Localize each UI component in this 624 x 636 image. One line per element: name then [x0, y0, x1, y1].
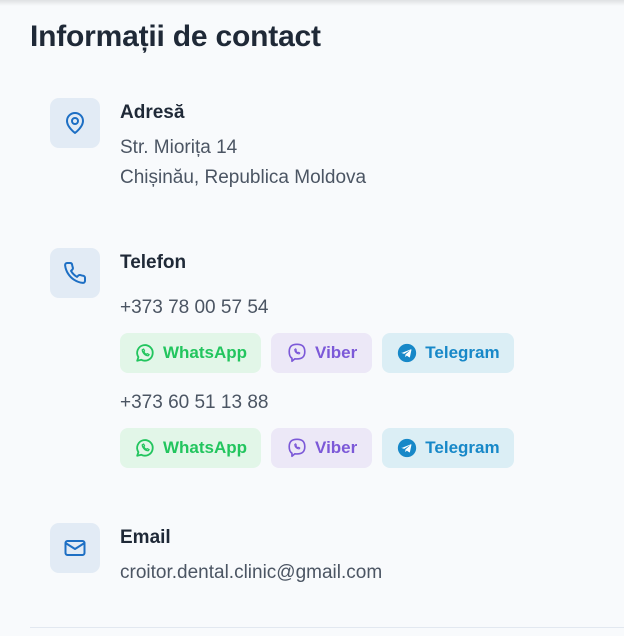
email-label: Email [120, 527, 171, 548]
email-address[interactable]: croitor.dental.clinic@gmail.com [120, 562, 382, 584]
telegram-icon [398, 438, 417, 458]
whatsapp-label: WhatsApp [163, 438, 248, 457]
address-label: Adresă [120, 102, 185, 123]
viber-icon [288, 438, 306, 458]
viber-button[interactable]: Viber [271, 333, 373, 373]
map-pin-icon [66, 112, 84, 134]
viber-button[interactable]: Viber [271, 428, 373, 468]
whatsapp-button[interactable]: WhatsApp [120, 333, 262, 373]
telegram-button[interactable]: Telegram [382, 428, 514, 468]
phone-2-messenger-chips: WhatsApp Viber Telegram [120, 428, 514, 468]
telegram-icon [398, 343, 417, 363]
whatsapp-icon [136, 344, 154, 362]
viber-label: Viber [315, 438, 358, 457]
phone-number-1[interactable]: +373 78 00 57 54 [120, 297, 268, 319]
phone-icon [64, 261, 87, 284]
mail-icon [64, 540, 86, 556]
section-divider [30, 627, 624, 628]
telegram-button[interactable]: Telegram [382, 333, 514, 373]
phone-1-messenger-chips: WhatsApp Viber Telegram [120, 333, 514, 373]
telegram-label: Telegram [425, 343, 500, 362]
whatsapp-button[interactable]: WhatsApp [120, 428, 262, 468]
whatsapp-label: WhatsApp [163, 343, 248, 362]
address-icon-box [50, 98, 100, 148]
whatsapp-icon [136, 439, 154, 457]
phone-label: Telefon [120, 252, 187, 273]
viber-icon [288, 343, 306, 363]
address-line2: Chișinău, Republica Moldova [120, 167, 367, 188]
viber-label: Viber [315, 343, 358, 362]
phone-number-2[interactable]: +373 60 51 13 88 [120, 392, 268, 414]
telegram-label: Telegram [425, 438, 500, 457]
email-icon-box [50, 523, 100, 573]
address-line1: Str. Miorița 14 [120, 137, 238, 158]
top-shadow [0, 0, 624, 6]
section-title: Informații de contact [30, 20, 321, 53]
phone-icon-box [50, 248, 100, 298]
